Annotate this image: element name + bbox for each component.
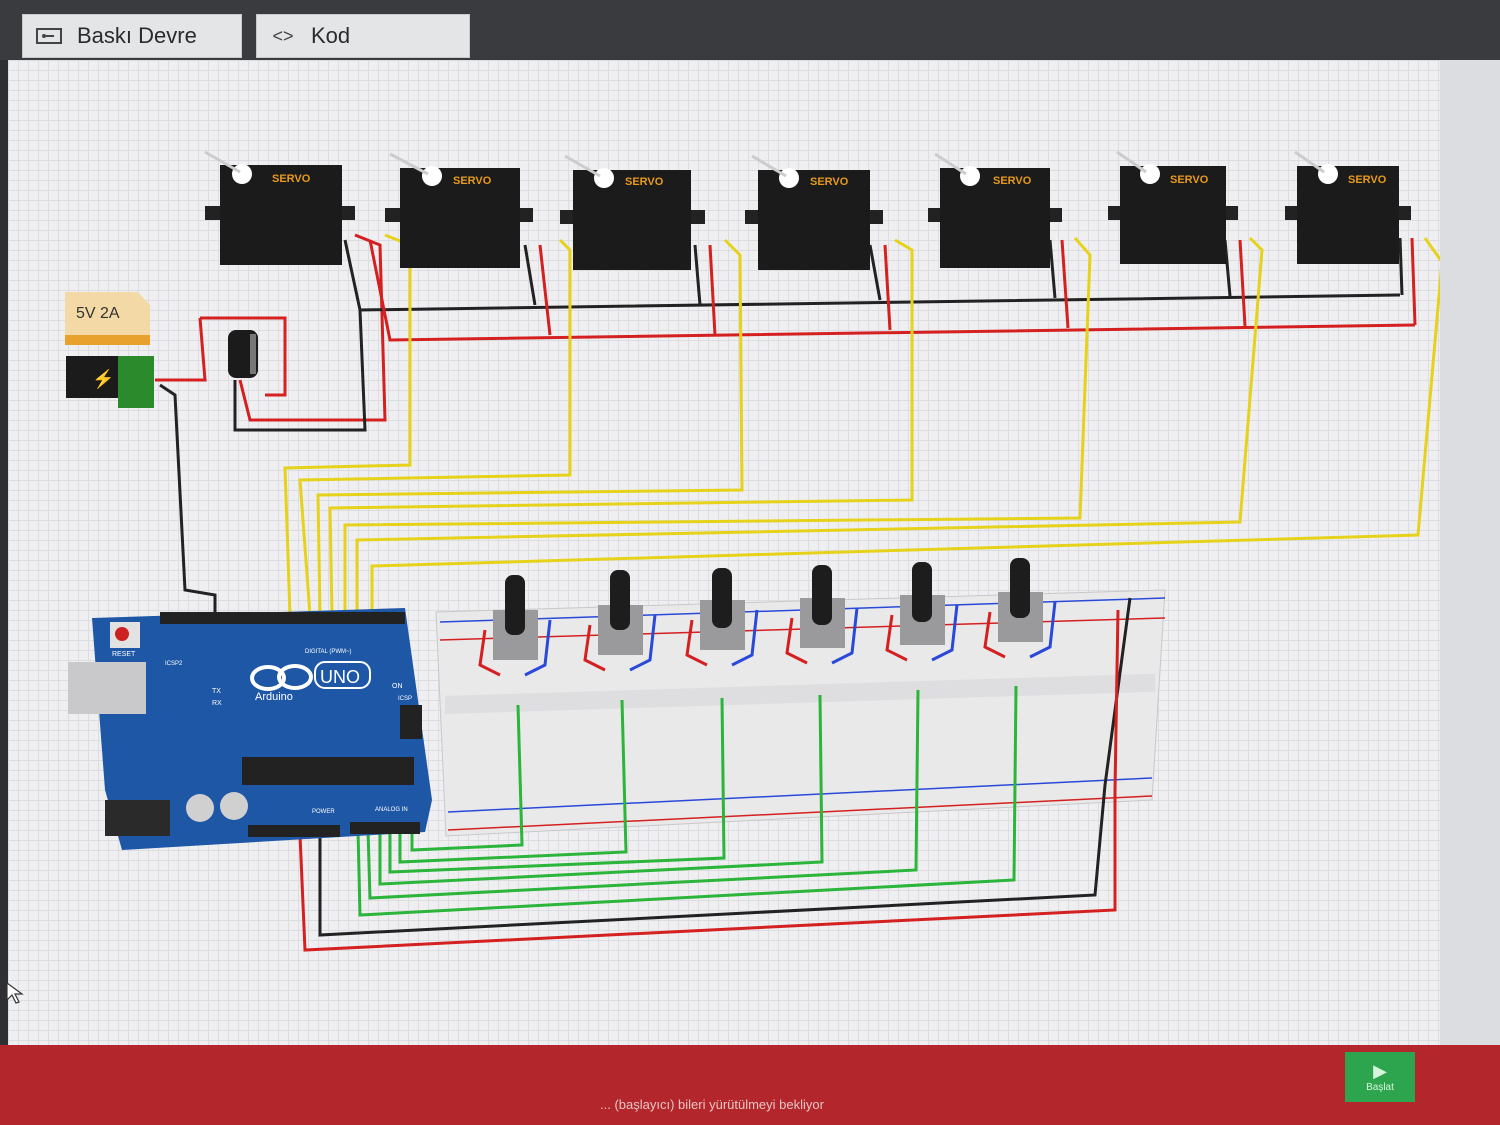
icsp2-label: ICSP2 [165,661,183,667]
servo-motor[interactable]: SERVO [745,154,883,270]
icsp-label: ICSP [398,696,412,702]
servo-signal-wires [283,233,1440,616]
play-icon: ▶ [1373,1061,1387,1081]
dc-jack [105,800,170,836]
servo-label: SERVO [1348,174,1387,186]
power-header [248,825,340,837]
servo-motor[interactable]: SERVO [204,150,355,265]
servo-motor[interactable]: SERVO [1285,150,1411,264]
servo-motor[interactable]: SERVO [560,154,705,270]
mouse-cursor-icon [6,982,24,1004]
servo-motor[interactable]: SERVO [385,152,533,268]
arduino-uno[interactable]: UNO Arduino RESET DIGITAL (PWM~) ANALOG … [68,608,432,850]
start-simulation-button[interactable]: ▶ Başlat [1345,1052,1415,1102]
usb-port [68,662,146,714]
capacitor[interactable] [228,330,258,378]
on-label: ON [392,683,403,690]
vertical-scrollbar[interactable] [1440,60,1500,1045]
servo-label: SERVO [453,175,492,187]
circuit-diagram: UNO Arduino RESET DIGITAL (PWM~) ANALOG … [65,150,1440,952]
start-button-label: Başlat [1366,1082,1394,1093]
servo-label: SERVO [1170,174,1209,186]
servo-label: SERVO [993,175,1032,187]
arduino-model: UNO [320,667,360,687]
status-text: ... (başlayıcı) bileri yürütülmeyi bekli… [600,1097,824,1112]
digital-label: DIGITAL (PWM~) [305,649,352,655]
servo-label: SERVO [272,173,311,185]
reset-label: RESET [112,651,136,658]
status-bar: ... (başlayıcı) bileri yürütülmeyi bekli… [0,1045,1500,1125]
servos: SERVO SERVO SERVO SERVO SERVO SERVO SERV… [204,150,1411,270]
rx-label: RX [212,700,222,707]
power-supply-label: 5V 2A [76,305,120,322]
reset-button[interactable] [115,627,129,641]
analog-label: ANALOG IN [375,807,408,813]
digital-header [160,612,405,624]
power-label: POWER [312,809,335,815]
servo-motor[interactable]: SERVO [1108,150,1238,264]
analog-header [350,822,420,834]
tx-label: TX [212,688,221,695]
servo-label: SERVO [810,176,849,188]
arduino-brand: Arduino [255,691,293,703]
power-supply[interactable]: 5V 2A ⚡ [65,292,154,408]
servo-motor[interactable]: SERVO [928,152,1062,268]
servo-label: SERVO [625,176,664,188]
lightning-icon: ⚡ [92,368,114,390]
atmega-chip [242,757,414,785]
